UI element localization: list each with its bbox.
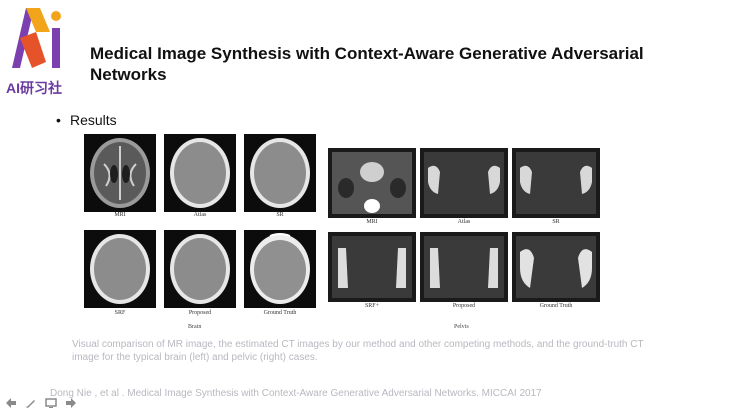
- brain-cell-atlas: Atlas: [164, 134, 236, 218]
- brain-label-mri: MRI: [114, 212, 126, 218]
- pelvis-label-atlas: Atlas: [457, 219, 471, 225]
- bullet-results: • Results: [56, 112, 117, 128]
- reference-text: Dong Nie , et al . Medical Image Synthes…: [50, 388, 542, 399]
- logo: AI研习社: [4, 2, 68, 97]
- pelvis-label-ground-truth: Ground Truth: [539, 303, 573, 309]
- brain-sr-image: [244, 134, 316, 212]
- pelvis-cell-sr: SR: [512, 148, 600, 226]
- bullet-text: Results: [70, 112, 117, 128]
- brain-label-sr: SR: [276, 212, 284, 218]
- brain-cell-mri: MRI: [84, 134, 156, 218]
- brain-label-proposed: Proposed: [188, 310, 212, 316]
- brain-srf-image: [84, 230, 156, 308]
- pelvis-atlas-image: [420, 148, 508, 218]
- logo-mark-icon: [12, 8, 61, 68]
- brain-label-atlas: Atlas: [193, 212, 207, 218]
- pelvis-srf-image: [328, 232, 416, 302]
- pelvis-sr-image: [512, 148, 600, 218]
- pelvis-label-mri: MRI: [366, 219, 378, 225]
- brain-cell-proposed: Proposed: [164, 230, 236, 320]
- pelvis-mri-image: [328, 148, 416, 218]
- brain-caption: Brain: [188, 324, 202, 330]
- forward-arrow-icon[interactable]: [64, 396, 78, 410]
- brain-proposed-image: [164, 230, 236, 308]
- pelvis-cell-proposed: Proposed: [420, 232, 508, 312]
- logo-text: AI研习社: [6, 80, 62, 96]
- brain-atlas-image: [164, 134, 236, 212]
- pen-icon[interactable]: [24, 396, 38, 410]
- pelvis-ground-truth-image: [512, 232, 600, 302]
- pelvis-cell-srf: SRF+: [328, 232, 416, 312]
- pelvis-label-proposed: Proposed: [452, 303, 476, 309]
- brain-cell-srf: SRF: [84, 230, 156, 320]
- back-arrow-icon[interactable]: [4, 396, 18, 410]
- pelvis-cell-ground-truth: Ground Truth: [512, 232, 600, 312]
- brain-label-ground-truth: Ground Truth: [263, 310, 297, 316]
- bullet-dot: •: [56, 112, 61, 128]
- pelvis-label-sr: SR: [552, 219, 560, 225]
- pelvis-figure: MRI Atlas SR SRF+ Proposed Ground Truth …: [328, 148, 602, 334]
- pelvis-proposed-image: [420, 232, 508, 302]
- brain-cell-ground-truth: Ground Truth: [244, 230, 316, 320]
- brain-ground-truth-image: [244, 230, 316, 308]
- screen-icon[interactable]: [44, 396, 58, 410]
- slideshow-toolbar: [4, 396, 78, 412]
- brain-mri-image: [84, 134, 156, 212]
- pelvis-label-srf: SRF+: [364, 303, 380, 309]
- brain-figure: MRI Atlas SR SRF Proposed Ground Truth B…: [84, 134, 316, 334]
- pelvis-cell-mri: MRI: [328, 148, 416, 226]
- slide-title: Medical Image Synthesis with Context-Awa…: [90, 44, 644, 84]
- brain-cell-sr: SR: [244, 134, 316, 218]
- figure-caption: Visual comparison of MR image, the estim…: [72, 339, 644, 363]
- pelvis-caption: Pelvis: [454, 324, 469, 330]
- brain-label-srf: SRF: [114, 310, 126, 316]
- pelvis-cell-atlas: Atlas: [420, 148, 508, 226]
